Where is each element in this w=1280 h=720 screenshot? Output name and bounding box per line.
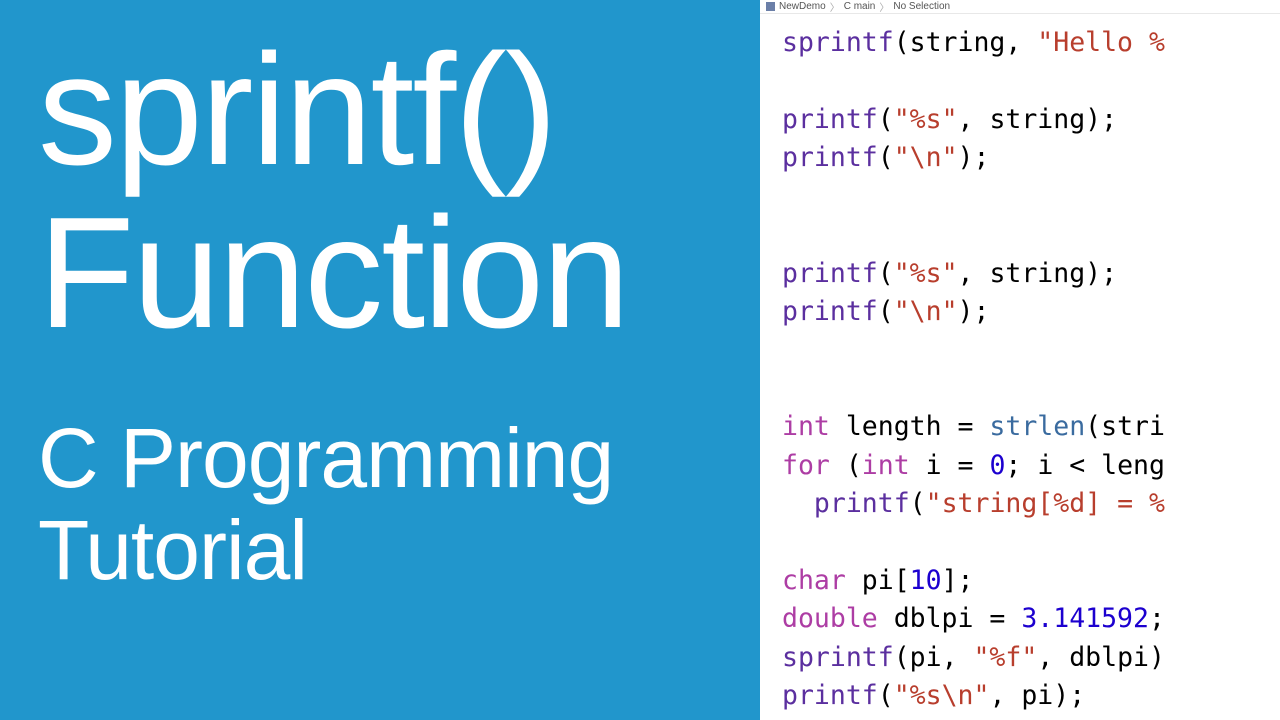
- breadcrumb-separator-icon: 〉: [879, 0, 889, 14]
- code-token: , dblpi): [1037, 642, 1165, 673]
- subtitle-line-2: Tutorial: [38, 503, 307, 597]
- code-token: );: [958, 296, 990, 327]
- code-token: ; i < leng: [1005, 450, 1165, 481]
- code-token: sprintf: [782, 27, 894, 58]
- code-token: i =: [910, 450, 990, 481]
- project-icon: [766, 2, 775, 11]
- code-editor[interactable]: sprintf(string, "Hello % printf("%s", st…: [760, 14, 1280, 720]
- breadcrumb-separator-icon: 〉: [830, 0, 840, 14]
- code-token: dblpi =: [878, 603, 1022, 634]
- code-token: (: [878, 104, 894, 135]
- code-token: (: [878, 296, 894, 327]
- title-line-2: Function: [38, 194, 728, 352]
- breadcrumb-symbol[interactable]: C main: [844, 1, 876, 12]
- code-token: sprintf: [782, 642, 894, 673]
- code-token: printf: [782, 258, 878, 289]
- code-token: (: [830, 450, 862, 481]
- code-token: "%s": [894, 258, 958, 289]
- code-token: ];: [942, 565, 974, 596]
- code-token: (: [878, 680, 894, 711]
- code-token: pi[: [846, 565, 910, 596]
- code-token: (pi,: [894, 642, 974, 673]
- title-panel: sprintf() Function C Programming Tutoria…: [0, 0, 760, 720]
- code-token: "string[%d] = %: [926, 488, 1165, 519]
- code-token: printf: [782, 296, 878, 327]
- code-token: "%f": [973, 642, 1037, 673]
- code-token: , pi);: [989, 680, 1085, 711]
- code-token: (: [878, 258, 894, 289]
- subtitle: C Programming Tutorial: [38, 412, 728, 597]
- code-token: , string);: [958, 258, 1118, 289]
- code-token: length =: [830, 411, 990, 442]
- code-token: , string);: [958, 104, 1118, 135]
- breadcrumb-project[interactable]: NewDemo: [779, 1, 826, 12]
- code-token: [782, 488, 814, 519]
- code-token: "\n": [894, 142, 958, 173]
- code-token: "Hello %: [1037, 27, 1165, 58]
- code-token: "%s": [894, 104, 958, 135]
- code-token: (: [878, 142, 894, 173]
- code-token: int: [862, 450, 910, 481]
- code-token: "\n": [894, 296, 958, 327]
- subtitle-line-1: C Programming: [38, 411, 613, 505]
- breadcrumb[interactable]: NewDemo 〉 C main 〉 No Selection: [760, 0, 1280, 14]
- code-token: double: [782, 603, 878, 634]
- code-token: 10: [910, 565, 942, 596]
- code-token: printf: [782, 680, 878, 711]
- code-token: printf: [782, 142, 878, 173]
- code-token: "%s\n": [894, 680, 990, 711]
- code-token: (stri: [1085, 411, 1165, 442]
- code-token: 3.141592: [1021, 603, 1149, 634]
- breadcrumb-selection[interactable]: No Selection: [893, 1, 950, 12]
- code-token: ;: [1149, 603, 1165, 634]
- code-token: int: [782, 411, 830, 442]
- code-token: (string,: [894, 27, 1038, 58]
- code-token: 0: [989, 450, 1005, 481]
- code-token: for: [782, 450, 830, 481]
- code-token: );: [958, 142, 990, 173]
- title-line-1: sprintf(): [38, 28, 728, 194]
- code-token: char: [782, 565, 846, 596]
- code-token: printf: [814, 488, 910, 519]
- code-token: printf: [782, 104, 878, 135]
- code-editor-panel: NewDemo 〉 C main 〉 No Selection sprintf(…: [760, 0, 1280, 720]
- code-token: (: [910, 488, 926, 519]
- code-token: strlen: [989, 411, 1085, 442]
